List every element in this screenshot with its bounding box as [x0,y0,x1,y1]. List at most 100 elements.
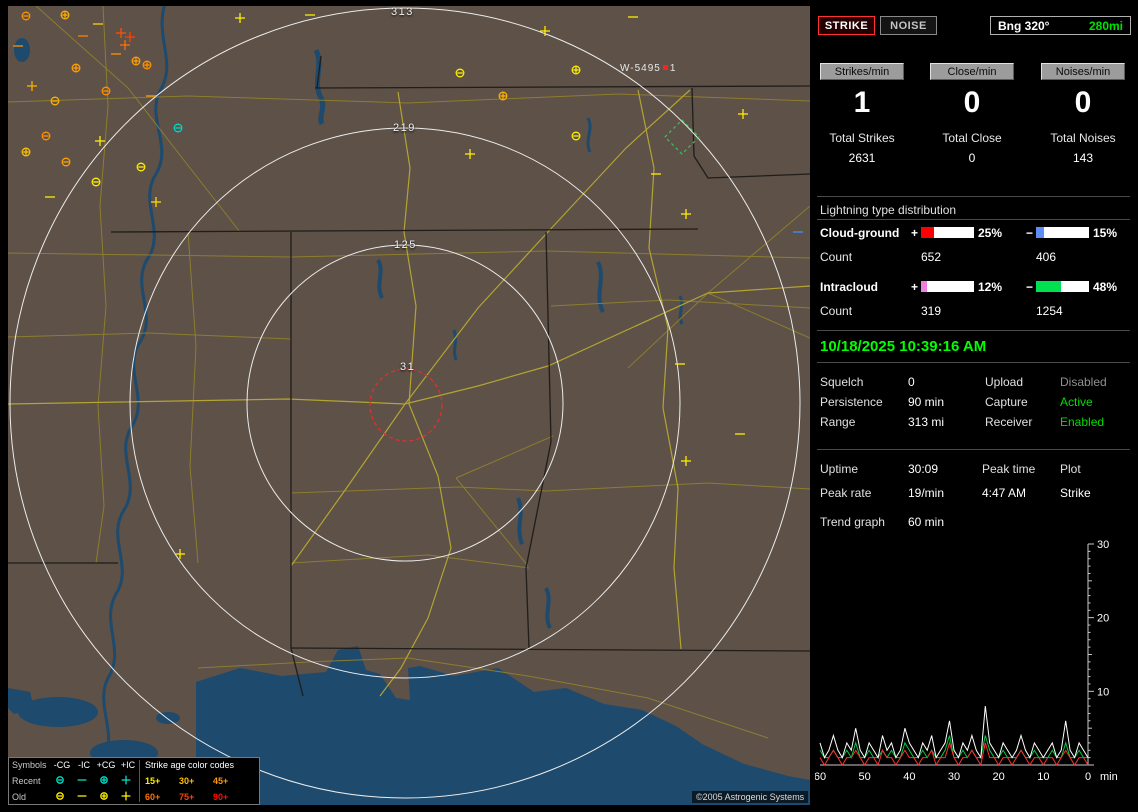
copyright-label: ©2005 Astrogenic Systems [692,791,809,803]
count-label: Count [820,304,853,318]
peak-time-label: Peak time [982,462,1036,476]
strike-symbol-cgp [131,56,141,66]
plus-sign: + [911,226,919,240]
peak-rate-label: Peak rate [820,486,872,500]
dist-count-intracloud: Count 319 1254 [815,304,1132,318]
trend-graph-label: Trend graph [820,515,885,529]
close-per-min-button[interactable]: Close/min [930,63,1014,80]
range-ring-label-219: 219 [393,122,416,134]
ic-minus-bar [1036,281,1089,292]
legend-recent-row: Recent 15+ 30+ 45+ [9,775,259,790]
status-row-persistence: Persistence 90 min Capture Active [815,395,1132,409]
cloud-ground-label: Cloud-ground [820,226,900,240]
info-row-1: Uptime 30:09 Peak time Plot [815,462,1132,476]
bearing-value: Bng 320° [998,18,1050,33]
cg-plus-bar-fill [921,227,935,238]
plus-sign: + [911,280,919,294]
noises-per-min-button[interactable]: Noises/min [1041,63,1125,80]
age-code: 60+ [145,792,161,802]
upload-label: Upload [985,375,1024,389]
trend-x-tick: 20 [993,771,1005,783]
range-ring-label-31: 31 [400,361,416,373]
divider [817,330,1130,331]
total-strikes-label: Total Strikes [829,131,895,145]
legend-col-neg-cg: -CG [53,760,71,770]
capture-label: Capture [985,395,1028,409]
legend-recent-label: Recent [12,776,41,786]
persistence-value: 90 min [908,395,945,409]
noise-mode-button[interactable]: NOISE [880,16,937,35]
legend-symbols-title: Symbols [12,760,47,770]
uptime-value: 30:09 [908,462,939,476]
cg-plus-bar [921,227,974,238]
trend-x-tick: 10 [1037,771,1049,783]
strike-symbol-cgp [71,63,81,73]
total-strikes-value: 2631 [848,151,876,165]
legend-col-pos-ic: +IC [120,760,136,770]
strike-symbol-icp [121,791,131,801]
ic-minus-pct: 48% [1093,280,1118,294]
strike-mode-button[interactable]: STRIKE [818,16,875,35]
strike-symbol-cgp [100,792,108,800]
trend-x-tick: 50 [859,771,871,783]
peak-rate-value: 19/min [908,486,945,500]
legend-age-codes-row2: 60+ 75+ 90+ [145,792,247,802]
datetime-readout: 10/18/2025 10:39:16 AM [820,338,987,355]
strike-symbol-cgp [21,147,31,157]
trend-series-cloud-ground [819,741,1089,767]
strikes-per-min-button[interactable]: Strikes/min [820,63,904,80]
ic-minus-bar-fill [1036,281,1062,292]
count-label: Count [820,250,853,264]
intracloud-label: Intracloud [820,280,879,294]
trend-x-tick: 40 [903,771,915,783]
distribution-title: Lightning type distribution [820,203,957,217]
trend-series-intracloud [819,735,1088,759]
station-label: W-5495 1 [620,63,676,74]
map-legend: Symbols -CG -IC +CG +IC Strike age color… [8,757,260,805]
strike-symbol-cgm [56,792,64,800]
trend-x-tick: 60 [815,771,826,783]
bearing-range-value: 280mi [1088,18,1123,33]
cg-plus-pct: 25% [978,226,1003,240]
trend-x-tick: 0 [1085,771,1091,783]
uptime-label: Uptime [820,462,859,476]
legend-old-label: Old [12,792,27,802]
info-row-2: Peak rate 19/min 4:47 AM Strike [815,486,1132,500]
total-noises-value: 143 [1072,151,1094,165]
nexstorm-app: { "map": { "ring_labels": ["313", "219",… [0,0,1138,812]
ic-plus-count: 319 [921,304,942,318]
strike-symbol-cgm [56,776,64,784]
age-code: 75+ [179,792,195,802]
divider [817,219,1130,220]
minus-sign: − [1026,280,1034,294]
peak-time-value: 4:47 AM [982,486,1027,500]
minus-sign: − [1026,226,1034,240]
total-noises-label: Total Noises [1050,131,1116,145]
legend-old-row: Old 60+ 75+ 90+ [9,791,259,805]
lightning-map[interactable]: 313 219 125 31 W-5495 1 Symbols -CG -IC +… [8,6,810,805]
cg-minus-bar [1036,227,1089,238]
bearing-readout: Bng 320° 280mi [990,16,1131,35]
upload-status: Disabled [1060,375,1107,389]
range-ring-label-313: 313 [391,6,414,18]
cg-minus-bar-fill [1036,227,1044,238]
trend-label-row: Trend graph 60 min [815,515,1132,529]
strike-symbol-cgp [60,10,70,20]
strike-symbol-cgp [498,91,508,101]
age-code: 15+ [145,776,161,786]
station-unit: 1 [669,63,677,74]
strike-symbol-cgp [142,60,152,70]
trend-series-strikes-total [819,706,1089,760]
range-label: Range [820,415,856,429]
legend-col-neg-ic: -IC [78,760,90,770]
ic-plus-pct: 12% [978,280,1003,294]
legend-header-row: Symbols -CG -IC +CG +IC Strike age color… [9,760,259,774]
squelch-label: Squelch [820,375,864,389]
squelch-value: 0 [908,375,915,389]
trend-y-tick: 30 [1097,539,1109,551]
station-name: W-5495 [620,63,661,74]
noises-per-min-value: 0 [1074,86,1092,119]
trend-y-tick: 20 [1097,613,1109,625]
ic-minus-count: 1254 [1036,304,1063,318]
age-code: 90+ [213,792,229,802]
